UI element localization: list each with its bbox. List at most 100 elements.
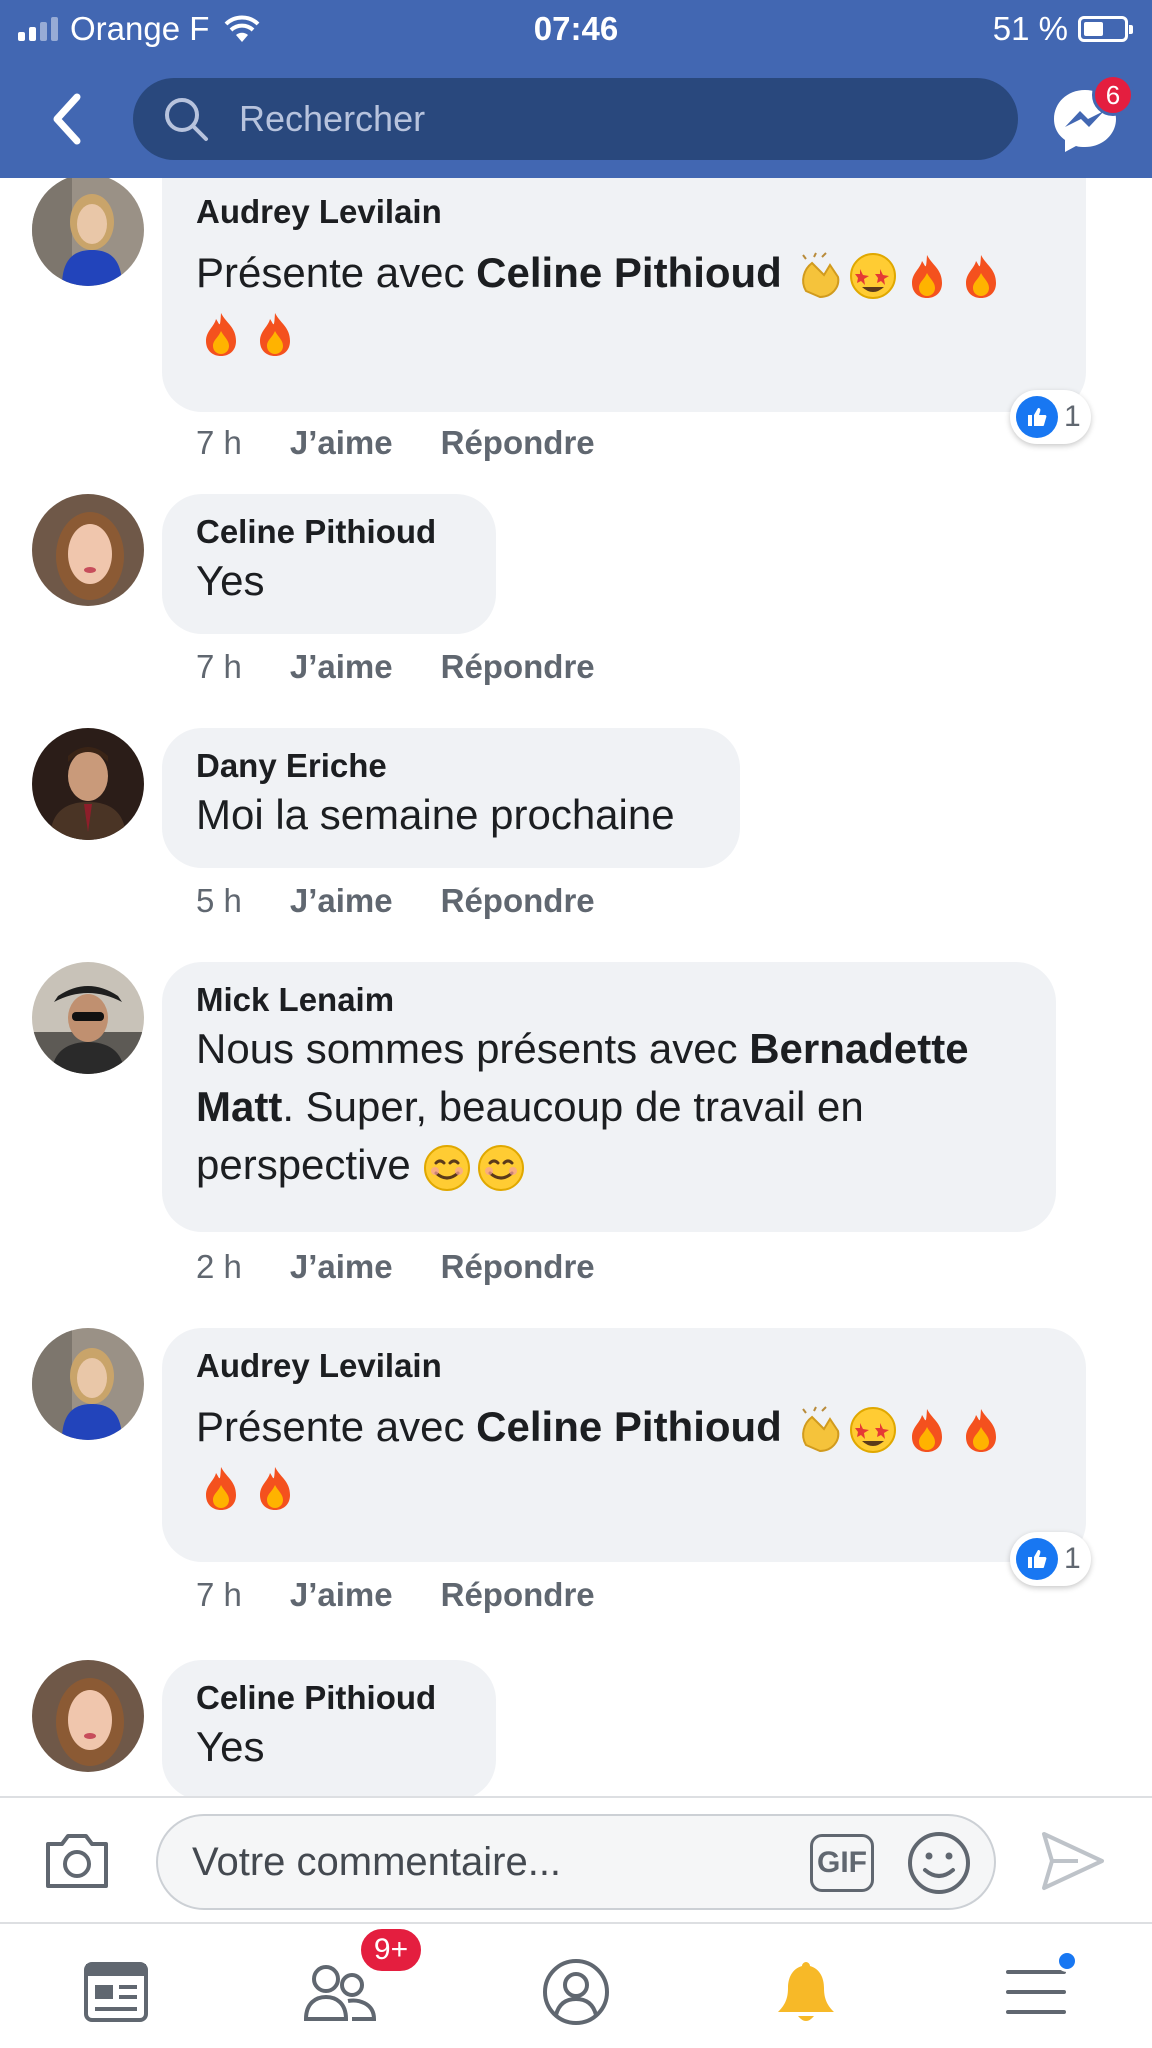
comment-bubble[interactable]: Audrey Levilain Présente avec Celine Pit…	[162, 1328, 1086, 1562]
mention-link[interactable]: Celine Pithioud	[476, 249, 782, 296]
chevron-left-icon	[53, 93, 81, 145]
search-row: 6	[0, 74, 1152, 164]
comment-text: Présente avec Celine Pithioud	[196, 244, 1052, 360]
smile-emoji-icon	[478, 1144, 525, 1191]
comment-actions: 2 h J’aime Répondre	[196, 1248, 595, 1286]
avatar[interactable]	[32, 728, 144, 840]
comment-text-plain: . Super, beaucoup de travail en	[282, 1083, 864, 1130]
comment-composer: GIF	[0, 1796, 1152, 1922]
gif-button[interactable]: GIF	[810, 1834, 874, 1892]
reply-button[interactable]: Répondre	[441, 882, 595, 920]
search-icon	[165, 98, 208, 141]
search-bar[interactable]	[133, 78, 1018, 160]
comment-text: Moi la semaine prochaine	[196, 791, 675, 838]
menu-notification-dot	[1056, 1950, 1078, 1972]
comment-bubble[interactable]: Dany Eriche Moi la semaine prochaine	[162, 728, 740, 868]
comment-bubble[interactable]: Audrey Levilain Présente avec Celine Pit…	[162, 178, 1086, 412]
clap-emoji-icon	[801, 1406, 839, 1452]
comment-text: Yes	[196, 1723, 265, 1770]
like-button[interactable]: J’aime	[290, 424, 393, 462]
profile-icon	[543, 1959, 609, 2025]
comment-text: Présente avec Celine Pithioud	[196, 1398, 1052, 1514]
tab-notifications[interactable]	[766, 1954, 846, 2030]
avatar[interactable]	[32, 1328, 144, 1440]
friends-badge: 9+	[358, 1926, 424, 1974]
comment-author[interactable]: Celine Pithioud	[196, 512, 462, 552]
messenger-badge: 6	[1092, 74, 1134, 116]
camera-button[interactable]	[42, 1828, 112, 1892]
like-button[interactable]: J’aime	[290, 882, 393, 920]
comment-text-plain: Nous sommes présents avec	[196, 1025, 750, 1072]
reply-button[interactable]: Répondre	[441, 424, 595, 462]
avatar[interactable]	[32, 962, 144, 1074]
tab-profile[interactable]	[536, 1954, 616, 2030]
smiley-icon	[908, 1832, 970, 1894]
reply-button[interactable]: Répondre	[441, 648, 595, 686]
clock: 07:46	[533, 10, 619, 47]
fire-emoji-icon	[911, 254, 942, 298]
menu-icon	[1006, 1970, 1066, 2014]
comment-input[interactable]	[192, 1839, 792, 1885]
bottom-navigation: 9+	[0, 1922, 1152, 2048]
fire-emoji-icon	[965, 254, 996, 298]
comment-time[interactable]: 2 h	[196, 1248, 242, 1286]
tab-news-feed[interactable]	[76, 1954, 156, 2030]
comment-author[interactable]: Audrey Levilain	[196, 1346, 1052, 1386]
news-feed-icon	[84, 1962, 148, 2022]
comment-text-plain: Présente avec	[196, 1403, 477, 1450]
comment-time[interactable]: 7 h	[196, 648, 242, 686]
mention-link[interactable]: Matt	[196, 1083, 282, 1130]
clap-emoji-icon	[801, 252, 839, 298]
comment-time[interactable]: 5 h	[196, 882, 242, 920]
search-input[interactable]	[239, 98, 939, 140]
star-struck-emoji-icon	[849, 1406, 896, 1453]
friends-icon	[303, 1965, 377, 2021]
top-bar: Orange F 07:46 51 % Rechercher 6	[0, 0, 1152, 178]
mention-link[interactable]: Celine Pithioud	[476, 1403, 782, 1450]
like-reaction-icon	[1016, 396, 1058, 438]
fire-emoji-icon	[260, 312, 290, 356]
avatar-photo	[32, 962, 144, 1074]
avatar-photo	[32, 728, 144, 840]
comment-time[interactable]: 7 h	[196, 424, 242, 462]
like-reaction-icon	[1016, 1538, 1058, 1580]
comment-actions: 7 h J’aime Répondre	[196, 648, 595, 686]
comment-author[interactable]: Audrey Levilain	[196, 192, 1052, 232]
avatar-photo	[32, 494, 144, 606]
fire-emoji-icon	[206, 1466, 236, 1510]
camera-icon	[46, 1834, 108, 1888]
like-button[interactable]: J’aime	[290, 648, 393, 686]
send-icon	[1042, 1832, 1104, 1890]
comment-bubble[interactable]: Mick Lenaim Nous sommes présents avec Be…	[162, 962, 1056, 1232]
comment-list: Audrey Levilain Présente avec Celine Pit…	[0, 178, 1152, 1796]
reaction-count[interactable]: 1	[1010, 1532, 1091, 1586]
mention-link[interactable]: Bernadette	[749, 1025, 968, 1072]
reply-button[interactable]: Répondre	[441, 1576, 595, 1614]
avatar[interactable]	[32, 178, 144, 286]
comment-input-box[interactable]: GIF	[156, 1814, 996, 1910]
comment-author[interactable]: Mick Lenaim	[196, 980, 1022, 1020]
send-button[interactable]	[1038, 1828, 1108, 1894]
back-button[interactable]	[40, 88, 92, 150]
comment-time[interactable]: 7 h	[196, 1576, 242, 1614]
comment-text: Yes	[196, 557, 265, 604]
smile-emoji-icon	[424, 1144, 471, 1191]
avatar-photo	[32, 178, 144, 286]
star-struck-emoji-icon	[849, 252, 896, 299]
avatar[interactable]	[32, 1660, 144, 1772]
reaction-count[interactable]: 1	[1010, 390, 1091, 444]
comment-bubble[interactable]: Celine Pithioud Yes	[162, 494, 496, 634]
like-button[interactable]: J’aime	[290, 1576, 393, 1614]
emoji-button[interactable]	[906, 1830, 972, 1896]
reaction-number: 1	[1064, 1542, 1081, 1575]
comment-bubble[interactable]: Celine Pithioud Yes	[162, 1660, 496, 1796]
comment-author[interactable]: Dany Eriche	[196, 746, 706, 786]
avatar-photo	[32, 1660, 144, 1772]
status-bar: Orange F 07:46 51 %	[0, 0, 1152, 60]
comment-actions: 7 h J’aime Répondre	[196, 424, 595, 462]
reply-button[interactable]: Répondre	[441, 1248, 595, 1286]
fire-emoji-icon	[911, 1408, 942, 1452]
comment-author[interactable]: Celine Pithioud	[196, 1678, 462, 1718]
avatar[interactable]	[32, 494, 144, 606]
like-button[interactable]: J’aime	[290, 1248, 393, 1286]
